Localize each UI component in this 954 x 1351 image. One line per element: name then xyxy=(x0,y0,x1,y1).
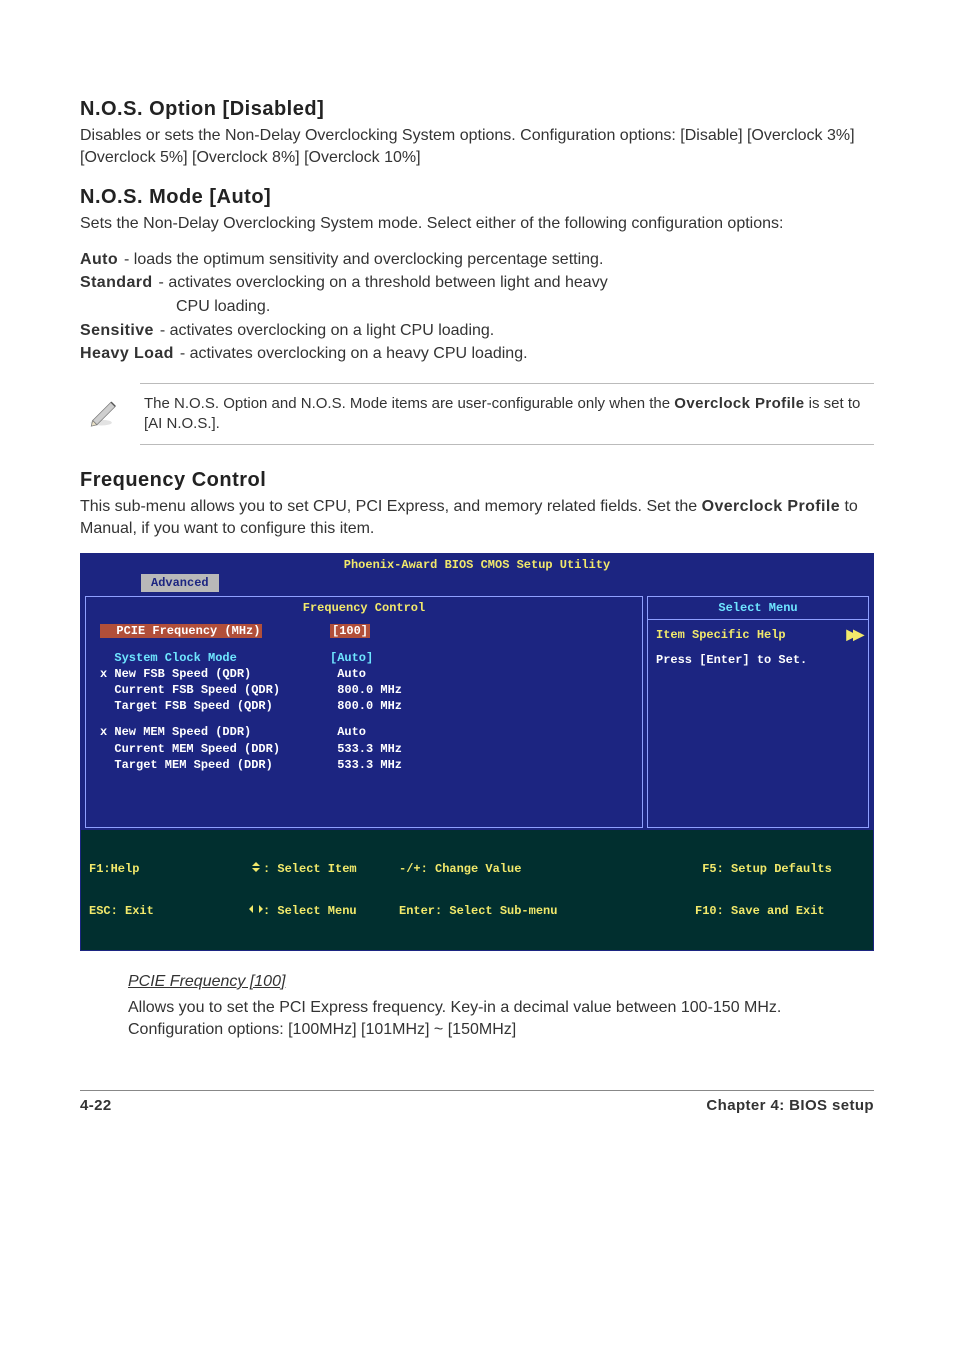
bios-field-label: Current MEM Speed (DDR) xyxy=(100,741,330,757)
bios-help-text: Press [Enter] to Set. xyxy=(656,653,860,667)
bios-leftright-select-menu: : Select Menu xyxy=(249,904,399,918)
bios-field-label: Current FSB Speed (QDR) xyxy=(100,682,330,698)
bios-field-label: x New FSB Speed (QDR) xyxy=(100,666,330,682)
freq-control-body: This sub-menu allows you to set CPU, PCI… xyxy=(80,496,874,539)
option-auto: Auto - loads the optimum sensitivity and… xyxy=(80,249,874,271)
bios-field-value[interactable]: [100] xyxy=(330,623,632,639)
bios-field-value: [Auto] xyxy=(330,650,632,666)
bios-change-value: -/+: Change Value xyxy=(399,862,695,876)
bios-setup-defaults: F5: Setup Defaults xyxy=(695,862,865,876)
note-callout: The N.O.S. Option and N.O.S. Mode items … xyxy=(80,383,874,446)
bios-titlebar: Phoenix-Award BIOS CMOS Setup Utility xyxy=(81,554,873,574)
pcie-freq-sub: PCIE Frequency [100] Allows you to set t… xyxy=(128,973,874,1040)
bios-right-panel: Select Menu Item Specific Help ▶▶ Press … xyxy=(647,596,869,828)
bios-save-exit: F10: Save and Exit xyxy=(695,904,865,918)
bios-help-header-text: Item Specific Help xyxy=(656,628,786,642)
option-standard-label: Standard xyxy=(80,272,153,294)
bios-field-label: PCIE Frequency (MHz) xyxy=(100,623,330,639)
pcie-freq-sub-text: Allows you to set the PCI Express freque… xyxy=(128,997,874,1040)
option-heavy-load-desc: - activates overclocking on a heavy CPU … xyxy=(180,343,528,365)
bios-screenshot: Phoenix-Award BIOS CMOS Setup Utility Ad… xyxy=(80,553,874,951)
bios-field-label: Target MEM Speed (DDR) xyxy=(100,757,330,773)
option-auto-label: Auto xyxy=(80,249,118,271)
bios-field-row: x New FSB Speed (QDR) Auto xyxy=(100,666,632,682)
bios-field-value: 533.3 MHz xyxy=(330,741,632,757)
option-sensitive-desc: - activates overclocking on a light CPU … xyxy=(160,320,494,342)
bios-field-row: System Clock Mode[Auto] xyxy=(100,650,632,666)
bios-left-title: Frequency Control xyxy=(86,597,642,619)
freq-body-pre: This sub-menu allows you to set CPU, PCI… xyxy=(80,498,702,515)
bios-field-row[interactable]: PCIE Frequency (MHz)[100] xyxy=(100,623,632,639)
bios-field-row: x New MEM Speed (DDR) Auto xyxy=(100,724,632,740)
bios-tabrow: Advanced xyxy=(81,574,873,594)
note-bold: Overclock Profile xyxy=(674,395,804,412)
nos-option-title: N.O.S. Option [Disabled] xyxy=(80,98,874,121)
bios-right-title: Select Menu xyxy=(648,597,868,620)
note-text: The N.O.S. Option and N.O.S. Mode items … xyxy=(140,383,874,446)
bios-field-row: Current MEM Speed (DDR) 533.3 MHz xyxy=(100,741,632,757)
bios-tab-advanced[interactable]: Advanced xyxy=(141,574,219,592)
option-heavy-load: Heavy Load - activates overclocking on a… xyxy=(80,343,874,365)
option-standard: Standard - activates overclocking on a t… xyxy=(80,272,874,294)
option-heavy-load-label: Heavy Load xyxy=(80,343,174,365)
option-standard-desc: - activates overclocking on a threshold … xyxy=(159,272,608,294)
page-number: 4-22 xyxy=(80,1097,112,1114)
bios-field-value: 533.3 MHz xyxy=(330,757,632,773)
option-standard-cont: CPU loading. xyxy=(176,296,874,318)
bios-field-value: 800.0 MHz xyxy=(330,698,632,714)
pencil-note-icon xyxy=(80,395,128,434)
option-sensitive-label: Sensitive xyxy=(80,320,154,342)
bios-esc-exit: ESC: Exit xyxy=(89,904,249,918)
option-sensitive: Sensitive - activates overclocking on a … xyxy=(80,320,874,342)
bios-field-value: 800.0 MHz xyxy=(330,682,632,698)
bios-select-submenu: Enter: Select Sub-menu xyxy=(399,904,695,918)
pcie-freq-sub-title: PCIE Frequency [100] xyxy=(128,973,874,991)
nos-option-body: Disables or sets the Non-Delay Overclock… xyxy=(80,125,874,168)
nos-mode-title: N.O.S. Mode [Auto] xyxy=(80,186,874,209)
bios-field-value: Auto xyxy=(330,724,632,740)
double-arrow-icon: ▶▶ xyxy=(846,626,860,643)
bios-left-panel: Frequency Control PCIE Frequency (MHz)[1… xyxy=(85,596,643,828)
bios-field-label: x New MEM Speed (DDR) xyxy=(100,724,330,740)
page-footer: 4-22 Chapter 4: BIOS setup xyxy=(80,1090,874,1114)
bios-f1-help: F1:Help xyxy=(89,862,249,876)
bios-field-row: Current FSB Speed (QDR) 800.0 MHz xyxy=(100,682,632,698)
bios-field-value: Auto xyxy=(330,666,632,682)
bios-field-label: Target FSB Speed (QDR) xyxy=(100,698,330,714)
note-pre: The N.O.S. Option and N.O.S. Mode items … xyxy=(144,395,674,412)
nos-mode-body: Sets the Non-Delay Overclocking System m… xyxy=(80,213,874,235)
chapter-label: Chapter 4: BIOS setup xyxy=(706,1097,874,1114)
bios-updown-select-item: : Select Item xyxy=(249,862,399,876)
bios-help-header: Item Specific Help ▶▶ xyxy=(656,626,860,643)
bios-field-row: Target FSB Speed (QDR) 800.0 MHz xyxy=(100,698,632,714)
freq-control-title: Frequency Control xyxy=(80,469,874,492)
bios-footer: F1:Help ESC: Exit : Select Item : Select… xyxy=(81,830,873,950)
freq-body-bold: Overclock Profile xyxy=(702,498,840,515)
option-auto-desc: - loads the optimum sensitivity and over… xyxy=(124,249,603,271)
bios-field-label: System Clock Mode xyxy=(100,650,330,666)
bios-field-row: Target MEM Speed (DDR) 533.3 MHz xyxy=(100,757,632,773)
